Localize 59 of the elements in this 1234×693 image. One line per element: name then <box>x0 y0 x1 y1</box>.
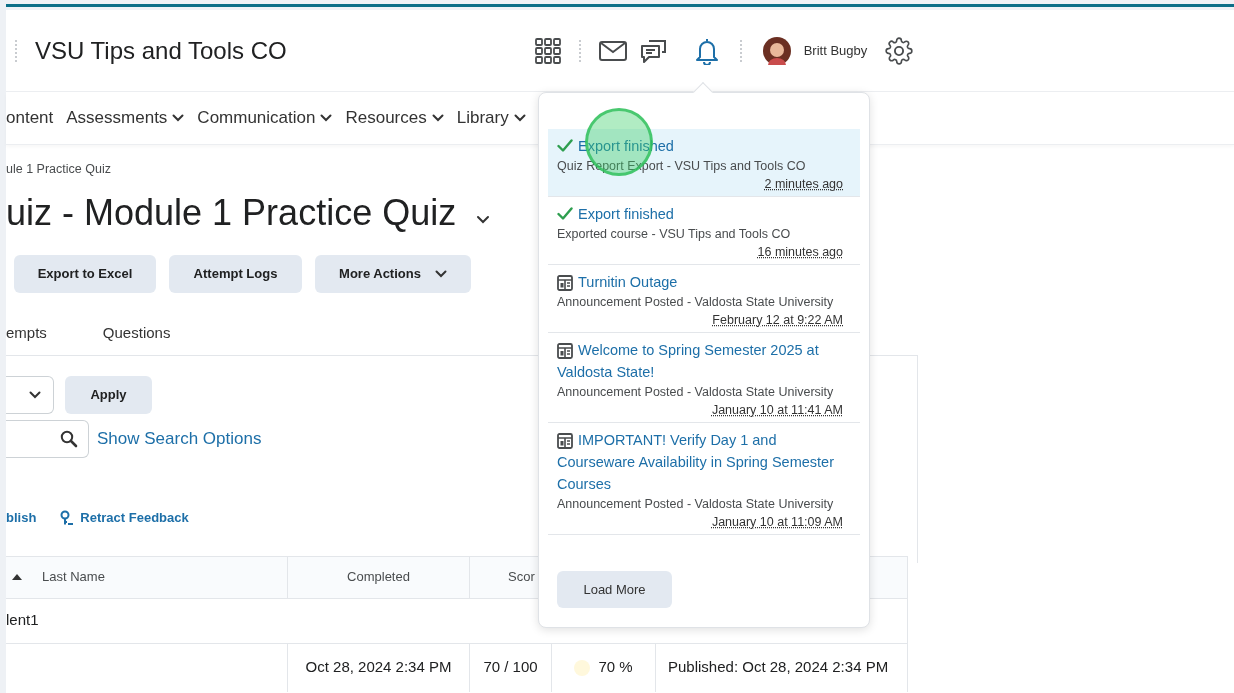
search-icon <box>60 430 78 448</box>
checkmark-icon <box>557 139 573 153</box>
newspaper-icon <box>557 343 573 360</box>
table-cell-text: Published: Oct 28, 2024 2:34 PM <box>667 657 890 678</box>
chevron-down-icon <box>431 114 444 122</box>
retract-feedback-button[interactable]: Retract Feedback <box>60 508 189 528</box>
action-button[interactable]: Attempt Logs <box>169 255 302 293</box>
table-cell: 70 / 100 <box>470 643 552 692</box>
notification-title[interactable]: Export finished <box>557 203 851 225</box>
notification-time: 16 minutes ago <box>757 244 843 261</box>
table-cell: Oct 28, 2024 2:34 PM <box>288 643 470 692</box>
course-title[interactable]: VSU Tips and Tools CO <box>35 32 287 69</box>
chevron-down-icon[interactable] <box>476 214 491 224</box>
chevron-down-icon <box>513 114 526 122</box>
nav-menu-item[interactable]: Library <box>456 105 526 131</box>
notification-detail: Announcement Posted - Valdosta State University <box>557 294 835 311</box>
search-field[interactable] <box>6 420 89 458</box>
chevron-down-icon <box>320 114 333 122</box>
chevron-down-icon <box>172 114 185 122</box>
tab[interactable]: Questions <box>102 322 171 345</box>
tab[interactable]: empts <box>6 322 47 345</box>
action-button[interactable]: Export to Excel <box>14 255 156 293</box>
bell-icon[interactable] <box>693 36 720 65</box>
nav-menu-item[interactable]: Resources <box>345 105 444 131</box>
chevron-down-icon <box>434 270 447 278</box>
checkmark-icon <box>557 207 573 221</box>
notification-time: February 12 at 9:22 AM <box>712 312 843 329</box>
user-name[interactable]: Britt Bugby <box>803 40 868 61</box>
sort-up-icon <box>12 574 22 580</box>
table-cell-text: 70 % <box>598 657 633 678</box>
load-more-button[interactable]: Load More <box>557 571 672 608</box>
nav-menu-item[interactable]: Assessments <box>66 105 185 131</box>
newspaper-icon <box>557 275 573 292</box>
chevron-down-icon <box>29 391 41 399</box>
notification-time: January 10 at 11:41 AM <box>711 402 843 419</box>
notification-title[interactable]: IMPORTANT! Verify Day 1 and Courseware Availability in Spring Semester Courses <box>557 429 851 495</box>
breadcrumb-link[interactable]: ule 1 Practice Quiz <box>6 160 111 178</box>
notification-time: January 10 at 11:09 AM <box>711 514 843 531</box>
notification-title[interactable]: Turnitin Outage <box>557 271 851 293</box>
key-icon <box>60 509 75 526</box>
column-header[interactable]: Completed <box>288 556 470 598</box>
page-title: uiz - Module 1 Practice Quiz <box>6 191 457 235</box>
settings-icon[interactable] <box>885 36 914 65</box>
notification-detail: Announcement Posted - Valdosta State University <box>557 384 835 401</box>
notification-detail: Announcement Posted - Valdosta State University <box>557 496 835 513</box>
app-grid-icon[interactable] <box>534 37 561 64</box>
newspaper-icon <box>557 433 573 450</box>
column-header[interactable]: Last Name <box>6 556 288 598</box>
action-button[interactable]: More Actions <box>315 255 471 293</box>
avatar-icon[interactable] <box>761 35 792 66</box>
show-search-options-link[interactable]: Show Search Options <box>97 426 262 452</box>
nav-menu-item[interactable]: ontent <box>6 105 54 131</box>
notification-title[interactable]: Welcome to Spring Semester 2025 at Valdosta State! <box>557 339 851 383</box>
nav-menu-item[interactable]: Communication <box>197 105 333 131</box>
notification-time: 2 minutes ago <box>764 176 843 193</box>
apply-button[interactable]: Apply <box>65 376 152 414</box>
mail-icon[interactable] <box>598 40 627 61</box>
notification-detail: Exported course - VSU Tips and Tools CO <box>557 226 792 243</box>
publish-button[interactable]: blish <box>6 508 37 528</box>
